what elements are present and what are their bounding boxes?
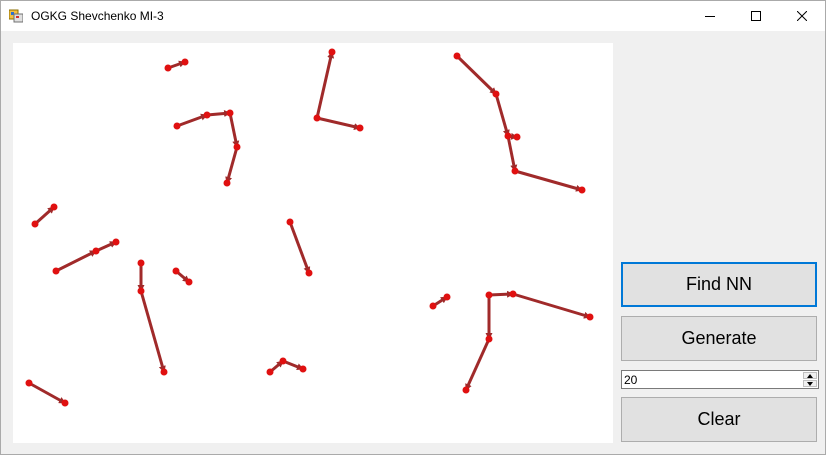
points-graph — [25, 48, 594, 407]
spin-up-button[interactable] — [803, 372, 817, 379]
drawing-canvas[interactable] — [13, 43, 613, 443]
maximize-icon — [751, 11, 761, 21]
graph-point — [492, 90, 500, 98]
generate-button[interactable]: Generate — [621, 316, 817, 361]
nn-edge — [464, 338, 491, 391]
close-icon — [797, 11, 807, 21]
graph-point — [223, 179, 231, 187]
graph-point — [31, 220, 39, 228]
graph-point — [443, 293, 451, 301]
graph-point — [137, 259, 145, 267]
point-count-input[interactable] — [623, 372, 802, 387]
spin-down-button[interactable] — [803, 380, 817, 387]
minimize-icon — [705, 16, 715, 17]
graph-point — [328, 48, 336, 56]
nn-edge — [55, 249, 97, 273]
nn-edge — [288, 221, 311, 274]
close-button[interactable] — [779, 1, 825, 31]
nn-edge — [488, 290, 514, 298]
graph-point — [203, 111, 211, 119]
graph-point — [226, 109, 234, 117]
graph-point — [137, 287, 145, 295]
graph-point — [504, 132, 512, 140]
graph-point — [112, 238, 120, 246]
graph-point — [513, 133, 521, 141]
app-icon — [8, 9, 24, 23]
graph-point — [173, 122, 181, 130]
nn-edge — [225, 146, 239, 184]
nn-edge — [28, 381, 66, 405]
graph-point — [305, 269, 313, 277]
graph-point — [453, 52, 461, 60]
nn-edge — [512, 292, 591, 319]
nn-edge — [506, 135, 518, 172]
graph-point — [356, 124, 364, 132]
nn-edge — [455, 54, 498, 96]
graph-point — [578, 186, 586, 194]
nn-edge — [514, 169, 583, 192]
app-window: OGKG Shevchenko MI-3 Find NN Generate 20… — [0, 0, 826, 455]
graph-point — [61, 399, 69, 407]
point-count-stepper[interactable] — [621, 370, 819, 389]
graph-point — [586, 313, 594, 321]
graph-point — [25, 379, 33, 387]
nn-edge — [316, 116, 361, 131]
nn-edge — [139, 290, 166, 373]
clear-button[interactable]: Clear — [621, 397, 817, 442]
graph-point — [52, 267, 60, 275]
find-nn-button[interactable]: Find NN — [621, 262, 817, 307]
nn-edge — [315, 51, 335, 119]
graph-point — [485, 335, 493, 343]
graph-point — [164, 64, 172, 72]
graph-point — [429, 302, 437, 310]
graph-point — [50, 203, 58, 211]
graph-point — [462, 386, 470, 394]
graph-point — [509, 290, 517, 298]
graph-point — [92, 247, 100, 255]
graph-point — [172, 267, 180, 275]
graph-point — [233, 143, 241, 151]
title-bar[interactable]: OGKG Shevchenko MI-3 — [1, 1, 825, 31]
graph-point — [313, 114, 321, 122]
chevron-up-icon — [807, 373, 813, 378]
chevron-down-icon — [807, 381, 813, 386]
graph-point — [185, 278, 193, 286]
nn-edge — [176, 113, 208, 128]
nn-edge — [494, 93, 510, 137]
graph-point — [266, 368, 274, 376]
minimize-button[interactable] — [687, 1, 733, 31]
graph-point — [485, 291, 493, 299]
nn-edge — [33, 205, 56, 226]
maximize-button[interactable] — [733, 1, 779, 31]
graph-point — [286, 218, 294, 226]
window-title: OGKG Shevchenko MI-3 — [31, 9, 164, 23]
spin-buttons — [803, 372, 817, 387]
graph-point — [181, 58, 189, 66]
graph-point — [279, 357, 287, 365]
nn-edge — [228, 112, 240, 148]
graph-point — [299, 365, 307, 373]
graph-point — [160, 368, 168, 376]
graph-point — [511, 167, 519, 175]
